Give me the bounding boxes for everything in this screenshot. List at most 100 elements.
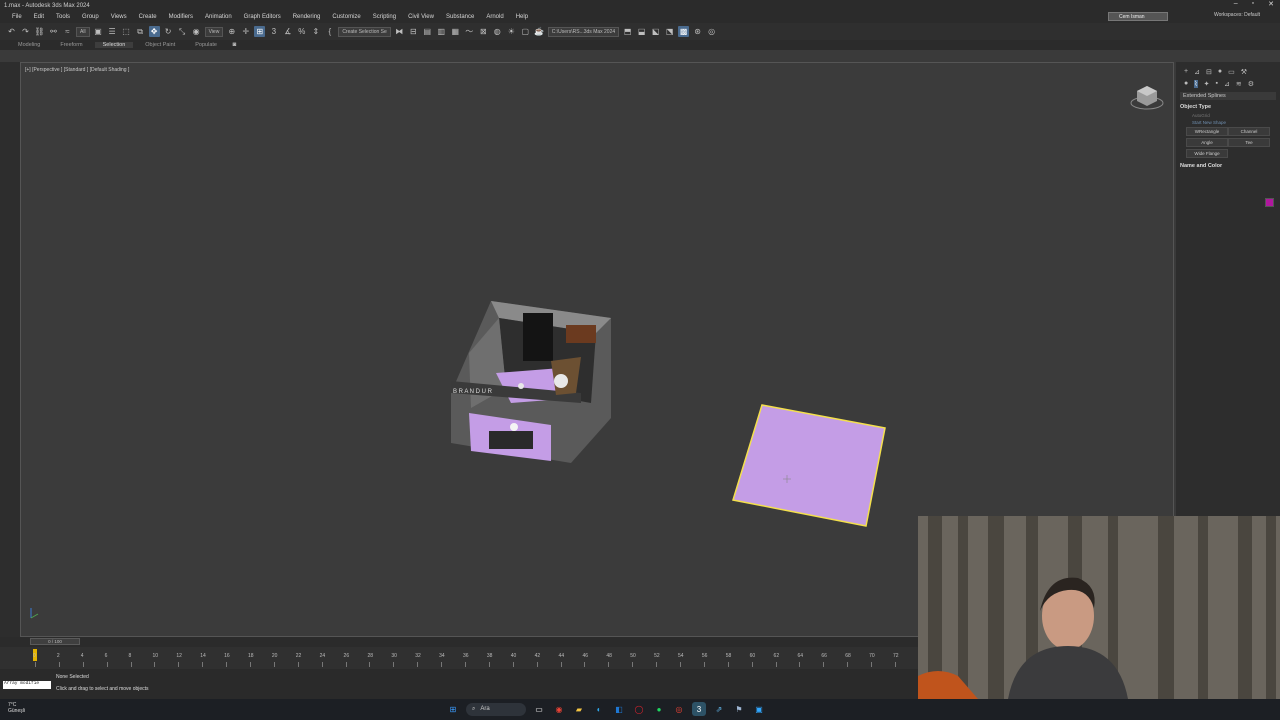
menu-scripting[interactable]: Scripting: [367, 14, 402, 20]
cameras-icon[interactable]: ▪: [1216, 80, 1218, 88]
schematic-view-icon[interactable]: ⊠: [478, 26, 489, 37]
maximize-icon[interactable]: ▫: [1252, 0, 1254, 8]
menu-civil-view[interactable]: Civil View: [402, 14, 440, 20]
track-bar[interactable]: 0 2 4 6 8 10 12 14 16 18 20 22 24 26 28 30 32 34 36 38 40 42 4…: [0, 647, 918, 669]
material-editor-icon[interactable]: ◍: [492, 26, 503, 37]
file-explorer-icon[interactable]: ▰: [572, 702, 586, 716]
edge-icon[interactable]: ◐: [592, 702, 606, 716]
menu-file[interactable]: File: [6, 14, 28, 20]
bind-space-warp-icon[interactable]: ≈: [62, 26, 73, 37]
selected-plane[interactable]: [732, 404, 886, 527]
shapes-icon[interactable]: ⌇: [1194, 80, 1198, 88]
geometry-icon[interactable]: ●: [1184, 80, 1188, 88]
modify-tab-icon[interactable]: ⊿: [1194, 68, 1200, 76]
object-type-title[interactable]: Object Type: [1180, 102, 1276, 112]
unlink-icon[interactable]: ⚯: [48, 26, 59, 37]
select-and-rotate-icon[interactable]: ↻: [163, 26, 174, 37]
edit-named-selection-icon[interactable]: {: [324, 26, 335, 37]
menu-tools[interactable]: Tools: [50, 14, 76, 20]
save-icon[interactable]: ⬓: [636, 26, 647, 37]
rectangular-selection-icon[interactable]: ⬚: [121, 26, 132, 37]
hierarchy-tab-icon[interactable]: ⊟: [1206, 68, 1212, 76]
task-view-icon[interactable]: ▭: [532, 702, 546, 716]
room-model[interactable]: B R A N D U R: [451, 301, 611, 463]
select-manipulate-icon[interactable]: ✛: [240, 26, 251, 37]
utilities-tab-icon[interactable]: ⚒: [1241, 68, 1247, 76]
curve-editor-icon[interactable]: 〜: [464, 26, 475, 37]
select-and-scale-icon[interactable]: ⤡: [177, 26, 188, 37]
wrectangle-button[interactable]: WRectangle: [1186, 127, 1228, 136]
tab-selection[interactable]: Selection: [94, 42, 134, 48]
windows-start-icon[interactable]: ⊞: [446, 702, 460, 716]
systems-icon[interactable]: ⚙: [1248, 80, 1254, 88]
taskbar-search[interactable]: ⌕ Ara: [466, 702, 526, 716]
project-folder-icon[interactable]: ⬕: [650, 26, 661, 37]
time-slider-thumb[interactable]: 0 / 100: [30, 638, 80, 645]
start-new-shape-checkbox[interactable]: Start New Shape: [1180, 119, 1276, 126]
lights-icon[interactable]: ✦: [1204, 80, 1210, 88]
menu-graph-editors[interactable]: Graph Editors: [238, 14, 287, 20]
opera-icon[interactable]: ◯: [632, 702, 646, 716]
select-and-place-icon[interactable]: ◉: [191, 26, 202, 37]
percent-snap-icon[interactable]: %: [296, 26, 307, 37]
select-and-move-icon[interactable]: ✥: [148, 26, 160, 37]
tab-modeling[interactable]: Modeling: [10, 42, 48, 48]
mirror-icon[interactable]: ⧓: [394, 26, 405, 37]
tab-freeform[interactable]: Freeform: [52, 42, 90, 48]
link-icon[interactable]: ⛓: [34, 26, 45, 37]
minimize-icon[interactable]: –: [1234, 0, 1238, 8]
tee-button[interactable]: Tee: [1228, 138, 1270, 147]
angle-snap-icon[interactable]: ∡: [282, 26, 293, 37]
outlook-icon[interactable]: ◧: [612, 702, 626, 716]
menu-rendering[interactable]: Rendering: [287, 14, 327, 20]
undo-icon[interactable]: ↶: [6, 26, 17, 37]
menu-modifiers[interactable]: Modifiers: [163, 14, 199, 20]
display-tab-icon[interactable]: ▭: [1228, 68, 1235, 76]
scene-explorer-icon[interactable]: ▤: [422, 26, 433, 37]
name-color-title[interactable]: Name and Color: [1180, 161, 1276, 171]
viewcube-icon[interactable]: [1129, 81, 1165, 111]
create-tab-icon[interactable]: +: [1184, 68, 1188, 76]
chrome-alt-icon[interactable]: ◎: [672, 702, 686, 716]
menu-help[interactable]: Help: [510, 14, 534, 20]
3dsmax-icon[interactable]: 3: [692, 702, 706, 716]
ribbon-toggle-icon[interactable]: ▦: [450, 26, 461, 37]
menu-views[interactable]: Views: [105, 14, 133, 20]
selection-filter-dropdown[interactable]: All: [76, 26, 90, 37]
steam-icon[interactable]: ⚑: [732, 702, 746, 716]
pivot-center-icon[interactable]: ⊕: [226, 26, 237, 37]
ribbon-options-icon[interactable]: ◙: [229, 40, 240, 51]
rendered-frame-icon[interactable]: ▢: [520, 26, 531, 37]
window-crossing-icon[interactable]: ⧉: [135, 26, 146, 37]
spinner-snap-icon[interactable]: ⇕: [310, 26, 321, 37]
wide-flange-button[interactable]: Wide Flange: [1186, 149, 1228, 158]
menu-customize[interactable]: Customize: [326, 14, 366, 20]
chrome-icon[interactable]: ◉: [552, 702, 566, 716]
select-object-icon[interactable]: ▣: [93, 26, 104, 37]
render-icon[interactable]: ☕: [534, 26, 545, 37]
close-icon[interactable]: ✕: [1268, 0, 1274, 8]
user-account-dropdown[interactable]: Cem Isman: [1108, 12, 1168, 21]
tab-populate[interactable]: Populate: [187, 42, 225, 48]
menu-group[interactable]: Group: [76, 14, 105, 20]
menu-edit[interactable]: Edit: [28, 14, 50, 20]
channel-button[interactable]: Channel: [1228, 127, 1270, 136]
open-icon[interactable]: ⬒: [622, 26, 633, 37]
menu-create[interactable]: Create: [133, 14, 163, 20]
tab-object-paint[interactable]: Object Paint: [137, 42, 183, 48]
shape-category-dropdown[interactable]: Extended Splines: [1180, 92, 1276, 100]
redo-icon[interactable]: ↷: [20, 26, 31, 37]
helpers-icon[interactable]: ⊿: [1224, 80, 1230, 88]
scene-icon[interactable]: ⬔: [664, 26, 675, 37]
layer-explorer-icon[interactable]: ▥: [436, 26, 447, 37]
object-color-swatch[interactable]: [1265, 198, 1274, 207]
maxscript-listener-input[interactable]: Array modifie: [3, 681, 51, 689]
motion-tab-icon[interactable]: ●: [1218, 68, 1222, 76]
viewport-layout-icon[interactable]: ▩: [678, 26, 690, 37]
align-icon[interactable]: ⊟: [408, 26, 419, 37]
menu-animation[interactable]: Animation: [199, 14, 238, 20]
keyboard-shortcut-override-icon[interactable]: ⊞: [254, 26, 266, 37]
time-slider[interactable]: 0 / 100: [0, 637, 918, 647]
weather-widget[interactable]: 7°C Güneşli: [8, 702, 25, 714]
spotify-icon[interactable]: ●: [652, 702, 666, 716]
